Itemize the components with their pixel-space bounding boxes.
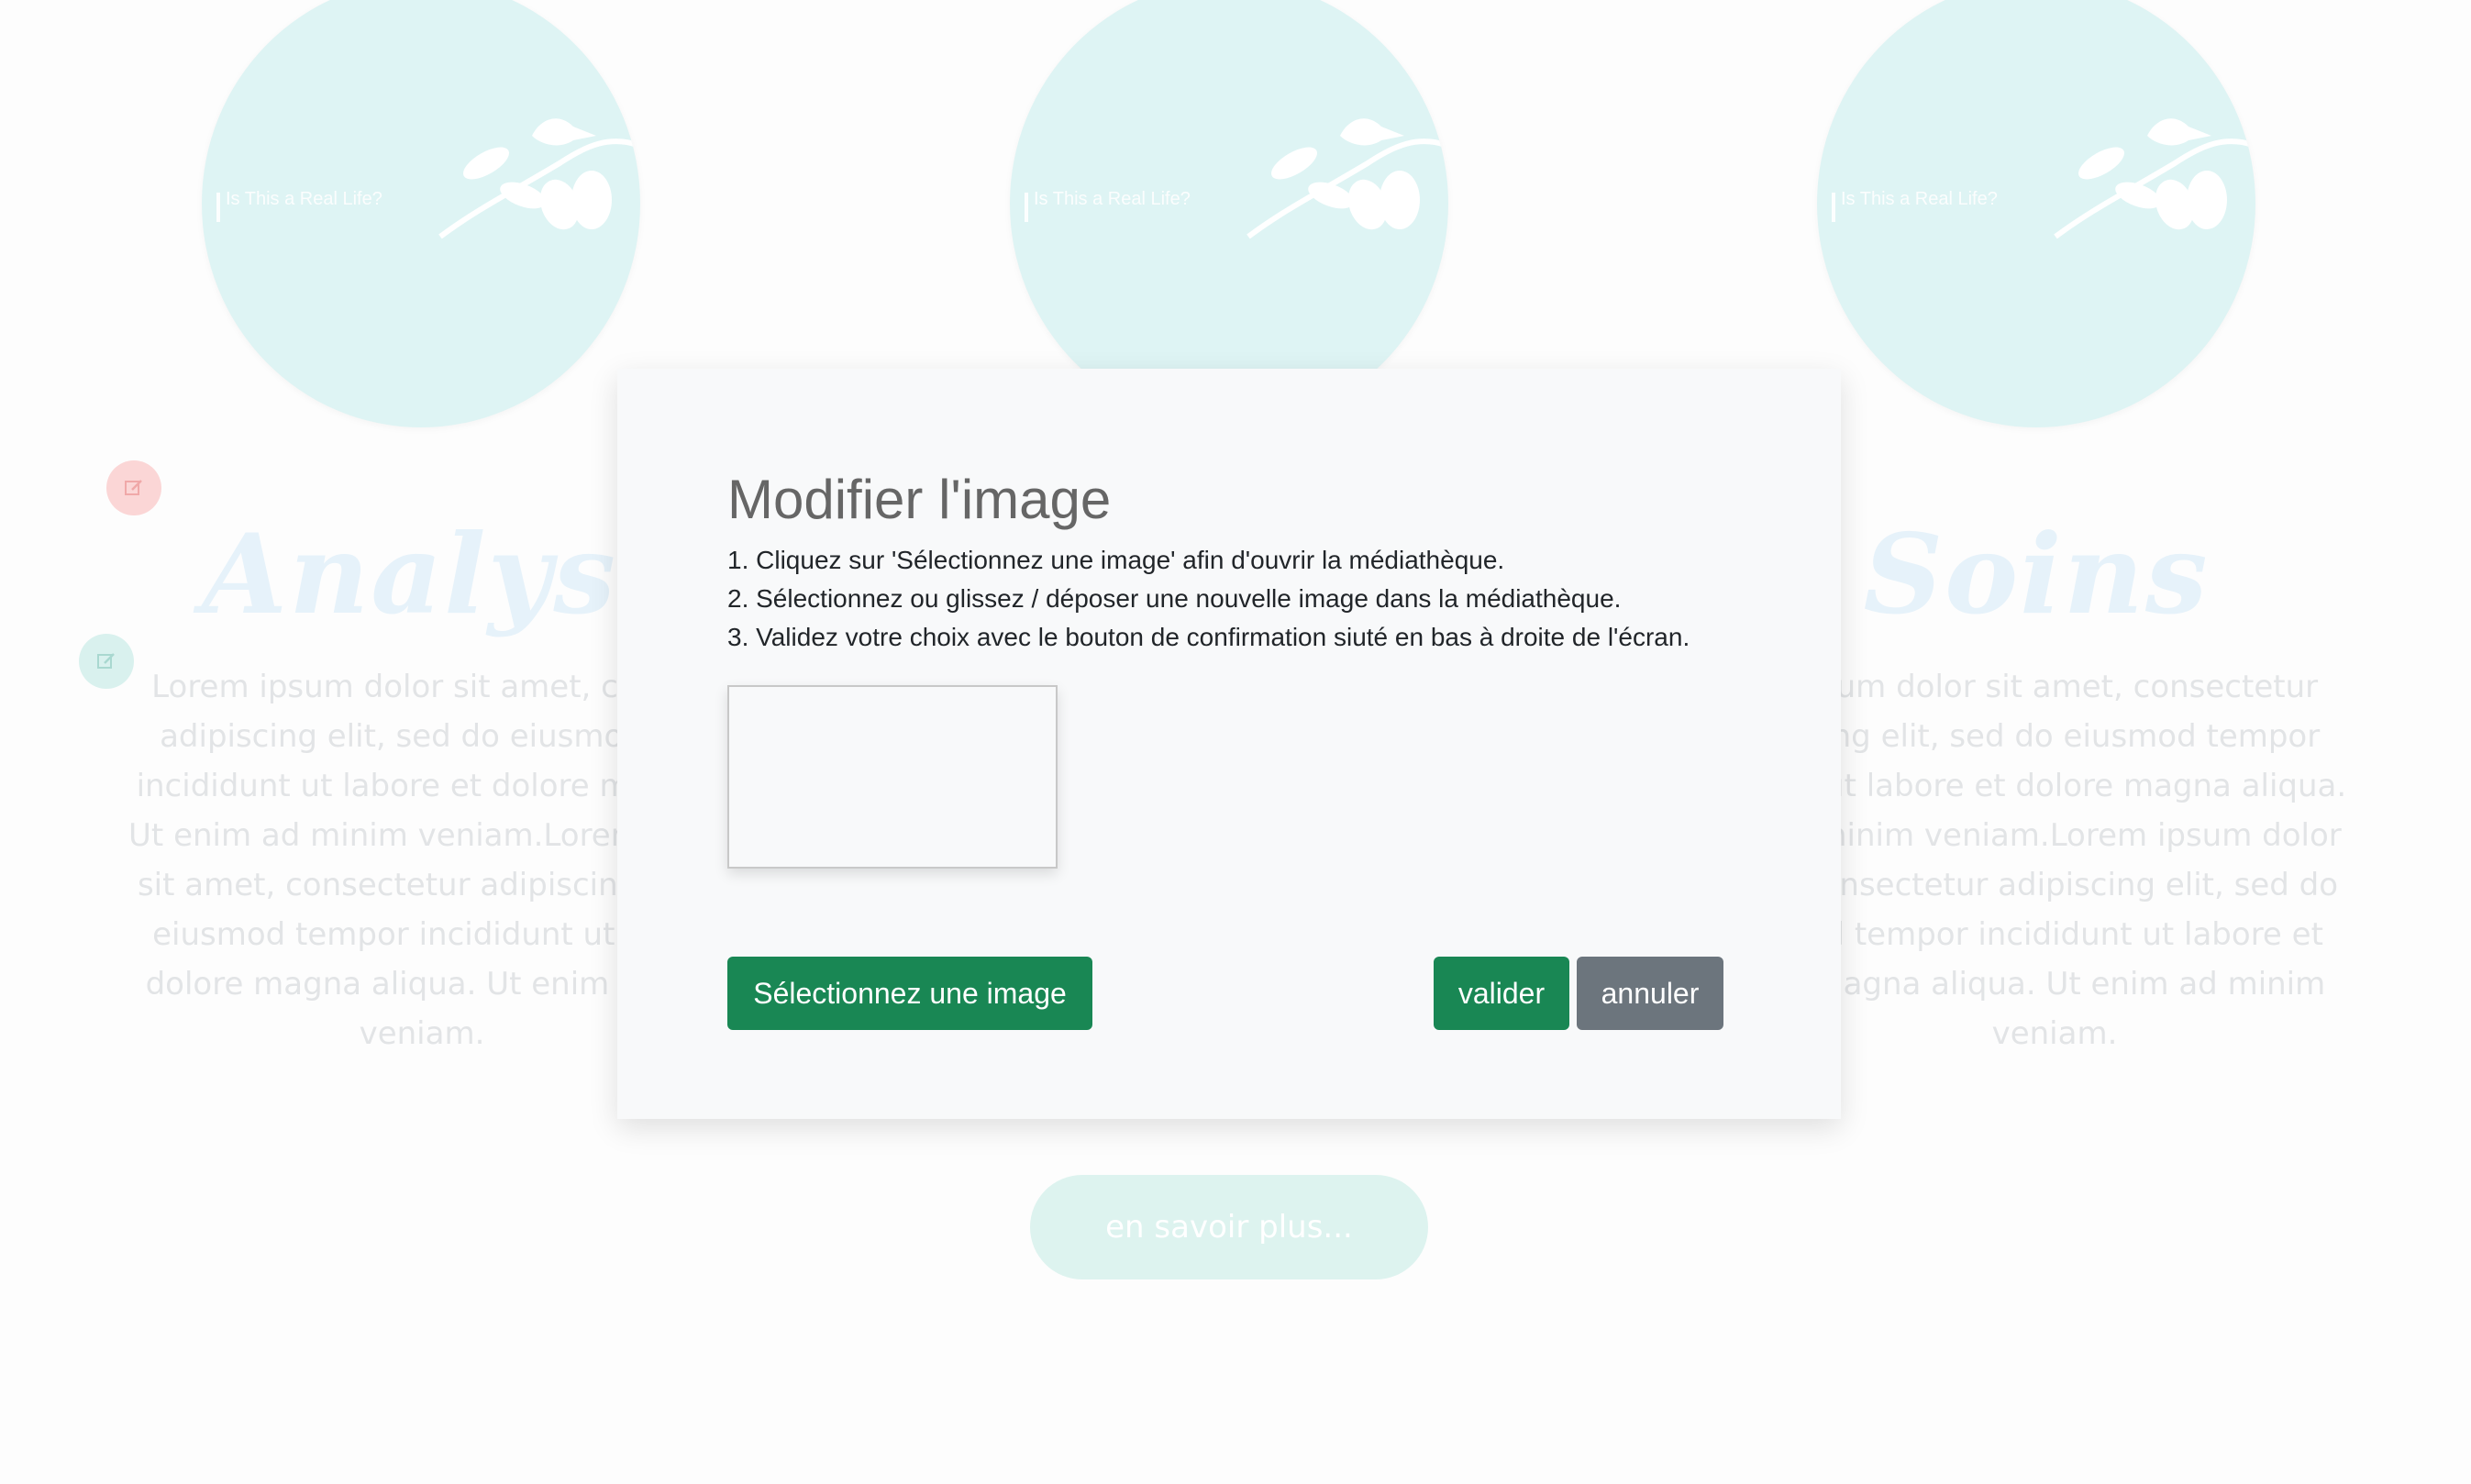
edit-image-button[interactable]	[106, 460, 161, 515]
column-title-analyse: Analyse	[202, 510, 690, 639]
more-info-button[interactable]: en savoir plus...	[1030, 1175, 1428, 1279]
circle-image-1: Is This a Real Life?	[202, 0, 640, 427]
instructions-list: 1. Cliquez sur 'Sélectionnez une image' …	[727, 541, 1690, 657]
circle-image-2: Is This a Real Life?	[1010, 0, 1448, 427]
select-image-button[interactable]: Sélectionnez une image	[727, 957, 1092, 1030]
instruction-1: 1. Cliquez sur 'Sélectionnez une image' …	[727, 546, 1505, 574]
instruction-3: 3. Validez votre choix avec le bouton de…	[727, 623, 1690, 651]
cancel-button[interactable]: annuler	[1577, 957, 1723, 1030]
circle-caption: Is This a Real Life?	[1841, 189, 1998, 209]
branch-bird-icon	[2054, 118, 2254, 239]
circle-caption: Is This a Real Life?	[1034, 189, 1191, 209]
modify-image-modal: Modifier l'image 1. Cliquez sur 'Sélecti…	[617, 369, 1841, 1119]
modal-title: Modifier l'image	[727, 469, 1112, 530]
branch-bird-icon	[1247, 118, 1446, 239]
edit-icon	[125, 480, 142, 495]
branch-bird-icon	[438, 118, 638, 239]
instruction-2: 2. Sélectionnez ou glissez / déposer une…	[727, 584, 1622, 613]
circle-caption: Is This a Real Life?	[226, 189, 382, 209]
column-title-soins: Soins	[1863, 510, 2210, 639]
image-preview	[727, 685, 1058, 869]
circle-image-3: Is This a Real Life?	[1817, 0, 2255, 427]
confirm-button[interactable]: valider	[1434, 957, 1569, 1030]
